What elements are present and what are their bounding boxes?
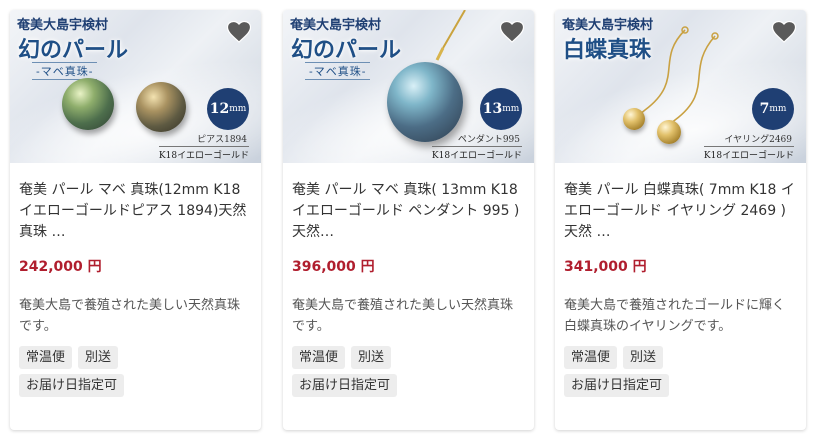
size-badge: 13 mm xyxy=(480,88,522,130)
image-headline: 幻のパール xyxy=(18,37,129,63)
tag-shipping: 常温便 xyxy=(564,346,618,369)
product-title[interactable]: 奄美 パール マベ 真珠(12mm K18 イエローゴールドピアス 1894)天… xyxy=(19,180,251,244)
image-headline: 幻のパール xyxy=(291,37,402,63)
size-badge: 12 mm xyxy=(207,88,249,130)
pendant-chain xyxy=(435,10,466,61)
product-price: 396,000 円 xyxy=(292,259,375,275)
product-description: 奄美大島で養殖された美しい天然真珠です。 xyxy=(292,298,514,334)
heart-icon[interactable] xyxy=(225,18,253,46)
tag-delivery-date: お届け日指定可 xyxy=(564,374,670,397)
product-price: 242,000 円 xyxy=(19,259,102,275)
image-model-text: イヤリング2469 xyxy=(724,135,792,145)
image-subline: -マベ真珠- xyxy=(305,62,371,80)
product-grid: 奄美大島宇検村 幻のパール -マベ真珠- 12 mm ピアス1894 K18イエロ… xyxy=(0,0,818,438)
product-description: 奄美大島で養殖された美しい天然真珠です。 xyxy=(19,298,241,334)
tag-separate: 別送 xyxy=(623,346,664,369)
heart-icon[interactable] xyxy=(770,18,798,46)
tag-delivery-date: お届け日指定可 xyxy=(292,374,398,397)
product-price: 341,000 円 xyxy=(564,259,647,275)
heart-icon[interactable] xyxy=(498,18,526,46)
tag-shipping: 常温便 xyxy=(292,346,346,369)
tag-delivery-date: お届け日指定可 xyxy=(19,374,125,397)
product-image[interactable]: 奄美大島宇検村 幻のパール -マベ真珠- 12 mm ピアス1894 K18イエロ… xyxy=(10,10,261,163)
tag-list: 常温便 別送 お届け日指定可 xyxy=(292,346,492,397)
image-village-text: 奄美大島宇検村 xyxy=(290,18,382,33)
product-image[interactable]: 奄美大島宇検村 幻のパール -マベ真珠- 13 mm ペンダント995 K18イエ… xyxy=(283,10,534,163)
image-model-text: ペンダント995 xyxy=(457,135,520,145)
pearl-image xyxy=(136,82,186,132)
pearl-image xyxy=(623,108,645,130)
image-metal-text: K18イエローゴールド xyxy=(703,146,794,161)
image-model-text: ピアス1894 xyxy=(197,135,247,145)
product-description: 奄美大島で養殖されたゴールドに輝く白蝶真珠のイヤリングです。 xyxy=(564,298,786,334)
pearl-image xyxy=(62,78,114,130)
size-badge: 7 mm xyxy=(752,88,794,130)
tag-separate: 別送 xyxy=(351,346,392,369)
product-card[interactable]: 奄美大島宇検村 幻のパール -マベ真珠- 12 mm ピアス1894 K18イエロ… xyxy=(10,10,261,430)
product-title[interactable]: 奄美 パール マベ 真珠( 13mm K18 イエローゴールド ペンダント 99… xyxy=(292,180,524,244)
tag-list: 常温便 別送 お届け日指定可 xyxy=(564,346,764,397)
pearl-image xyxy=(657,120,681,144)
image-village-text: 奄美大島宇検村 xyxy=(17,18,109,33)
product-image[interactable]: 奄美大島宇検村 白蝶真珠 7 mm イヤリング2469 K18イエローゴールド xyxy=(555,10,806,163)
pearl-image xyxy=(387,62,463,142)
product-title[interactable]: 奄美 パール 白蝶真珠( 7mm K18 イエローゴールド イヤリング 2469… xyxy=(564,180,796,244)
tag-list: 常温便 別送 お届け日指定可 xyxy=(19,346,219,397)
image-metal-text: K18イエローゴールド xyxy=(431,146,522,161)
tag-separate: 別送 xyxy=(78,346,119,369)
tag-shipping: 常温便 xyxy=(19,346,73,369)
image-metal-text: K18イエローゴールド xyxy=(158,146,249,161)
product-card[interactable]: 奄美大島宇検村 白蝶真珠 7 mm イヤリング2469 K18イエローゴールド 奄… xyxy=(555,10,806,430)
product-card[interactable]: 奄美大島宇検村 幻のパール -マベ真珠- 13 mm ペンダント995 K18イエ… xyxy=(283,10,534,430)
